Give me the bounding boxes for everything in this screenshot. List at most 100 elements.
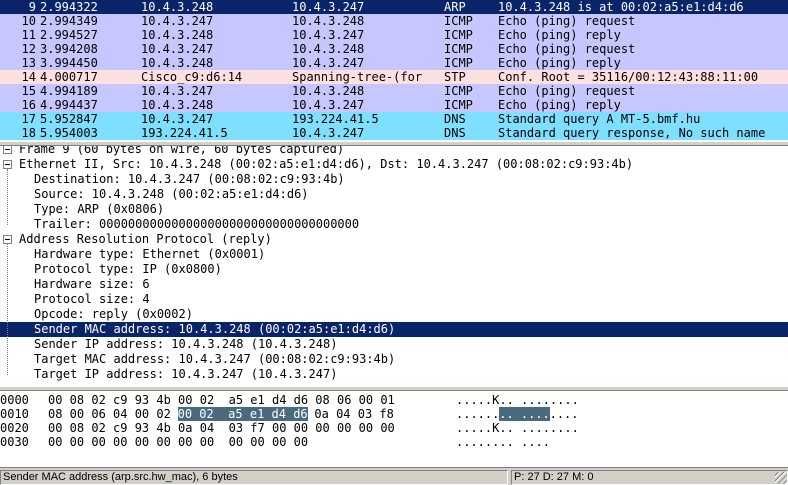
packet-row[interactable]: 12 3.994208 10.4.3.247 10.4.3.248 ICMP Echo (… xyxy=(0,42,788,56)
hex-bytes: 00 08 02 c9 93 4b 0a 04 03 f7 00 00 00 0… xyxy=(48,421,395,435)
packet-info: Standard query A MT-5.bmf.hu xyxy=(498,112,701,126)
tree-item-label: Trailer: 0000000000000000000000000000000… xyxy=(34,217,360,231)
packet-row[interactable]: 9 2.994322 10.4.3.248 10.4.3.247 ARP 10.4.3.2… xyxy=(0,0,788,14)
packet-destination: 10.4.3.247 xyxy=(292,28,365,42)
collapse-icon[interactable] xyxy=(3,146,12,154)
tree-item-label: Ethernet II, Src: 10.4.3.248 (00:02:a5:e… xyxy=(19,157,634,171)
packet-number: 12 xyxy=(21,42,36,56)
tree-leaf[interactable]: Hardware size: 6 xyxy=(0,277,788,292)
tree-leaf[interactable]: Target IP address: 10.4.3.247 (10.4.3.24… xyxy=(0,367,788,382)
status-packet-counts: P: 27 D: 27 M: 0 xyxy=(511,470,788,485)
tree-node[interactable]: Ethernet II, Src: 10.4.3.248 (00:02:a5:e… xyxy=(0,157,788,172)
packet-source: Cisco_c9:d6:14 xyxy=(141,70,243,84)
tree-leaf[interactable]: Sender MAC address: 10.4.3.248 (00:02:a5… xyxy=(0,322,788,337)
packet-row[interactable]: 15 4.994189 10.4.3.247 10.4.3.248 ICMP Echo (… xyxy=(0,84,788,98)
hex-bytes-selected: 00 02 a5 e1 d4 d6 xyxy=(177,407,308,421)
tree-leaf[interactable]: Target MAC address: 10.4.3.247 (00:08:02… xyxy=(0,352,788,367)
hex-offset: 0000 xyxy=(0,393,29,407)
packet-row[interactable]: 11 2.994527 10.4.3.248 10.4.3.247 ICMP Echo (… xyxy=(0,28,788,42)
tree-connector xyxy=(7,169,8,225)
packet-destination: 10.4.3.247 xyxy=(292,0,365,14)
packet-destination: 10.4.3.247 xyxy=(292,98,365,112)
packet-row[interactable]: 18 5.954003 193.224.41.5 10.4.3.247 DNS Stand… xyxy=(0,126,788,140)
tree-item-label: Target IP address: 10.4.3.247 (10.4.3.24… xyxy=(34,367,338,381)
packet-row[interactable]: 10 2.994349 10.4.3.247 10.4.3.248 ICMP Echo (… xyxy=(0,14,788,28)
packet-source: 10.4.3.247 xyxy=(141,84,214,98)
tree-item-label: Protocol type: IP (0x0800) xyxy=(34,262,222,276)
packet-protocol: ICMP xyxy=(444,56,473,70)
packet-destination: Spanning-tree-(for xyxy=(292,70,423,84)
packet-destination: 10.4.3.247 xyxy=(292,126,365,140)
hex-bytes: 0a 04 03 f8 xyxy=(307,407,394,421)
ascii-bytes: .....K.. ........ xyxy=(456,393,579,407)
packet-info: Echo (ping) request xyxy=(498,42,636,56)
packet-destination: 10.4.3.248 xyxy=(292,14,365,28)
packet-number: 9 xyxy=(28,0,36,14)
hex-bytes: 00 00 00 00 00 00 00 00 00 00 00 00 xyxy=(48,435,309,449)
packet-row[interactable]: 17 5.952847 10.4.3.247 193.224.41.5 DNS Stand… xyxy=(0,112,788,126)
packet-source: 10.4.3.248 xyxy=(141,0,214,14)
packet-protocol: DNS xyxy=(444,126,466,140)
packet-destination: 10.4.3.247 xyxy=(292,56,365,70)
packet-number: 11 xyxy=(21,28,36,42)
tree-item-label: Destination: 10.4.3.247 (00:08:02:c9:93:… xyxy=(34,172,345,186)
tree-leaf[interactable]: Protocol size: 4 xyxy=(0,292,788,307)
packet-details-tree[interactable]: Frame 9 (60 bytes on wire, 60 bytes capt… xyxy=(0,146,788,386)
ascii-bytes: ........ .... xyxy=(456,435,550,449)
packet-destination: 193.224.41.5 xyxy=(292,112,379,126)
packet-time: 4.000717 xyxy=(40,70,98,84)
tree-leaf[interactable]: Opcode: reply (0x0002) xyxy=(0,307,788,322)
status-bar: Sender MAC address (arp.src.hw_mac), 6 b… xyxy=(0,467,788,485)
collapse-icon[interactable] xyxy=(3,160,12,169)
packet-source: 10.4.3.247 xyxy=(141,42,214,56)
packet-source: 193.224.41.5 xyxy=(141,126,228,140)
packet-info: Conf. Root = 35116/00:12:43:88:11:00 xyxy=(498,70,759,84)
packet-source: 10.4.3.247 xyxy=(141,112,214,126)
tree-item-label: Frame 9 (60 bytes on wire, 60 bytes capt… xyxy=(19,146,345,156)
tree-item-label: Hardware type: Ethernet (0x0001) xyxy=(34,247,266,261)
tree-item-label: Opcode: reply (0x0002) xyxy=(34,307,193,321)
packet-time: 4.994189 xyxy=(40,84,98,98)
packet-source: 10.4.3.248 xyxy=(141,56,214,70)
packet-number: 15 xyxy=(21,84,36,98)
packet-protocol: ICMP xyxy=(444,84,473,98)
packet-row[interactable]: 13 3.994450 10.4.3.248 10.4.3.247 ICMP Echo (… xyxy=(0,56,788,70)
ascii-bytes: ...... xyxy=(456,407,500,421)
packet-info: Echo (ping) request xyxy=(498,14,636,28)
tree-item-label: Source: 10.4.3.248 (00:02:a5:e1:d4:d6) xyxy=(34,187,309,201)
packet-info: Echo (ping) request xyxy=(498,84,636,98)
packet-time: 2.994322 xyxy=(40,0,98,14)
packet-protocol: ICMP xyxy=(444,98,473,112)
packet-row[interactable]: 16 4.994437 10.4.3.248 10.4.3.247 ICMP Echo (… xyxy=(0,98,788,112)
tree-leaf[interactable]: Source: 10.4.3.248 (00:02:a5:e1:d4:d6) xyxy=(0,187,788,202)
packet-time: 4.994437 xyxy=(40,98,98,112)
tree-leaf[interactable]: Hardware type: Ethernet (0x0001) xyxy=(0,247,788,262)
tree-leaf[interactable]: Protocol type: IP (0x0800) xyxy=(0,262,788,277)
packet-destination: 10.4.3.248 xyxy=(292,42,365,56)
packet-bytes-pane[interactable]: 0000 00 08 02 c9 93 4b 00 02 a5 e1 d4 d6 … xyxy=(0,391,788,467)
packet-protocol: ICMP xyxy=(444,14,473,28)
packet-row[interactable]: 14 4.000717 Cisco_c9:d6:14 Spanning-tree-(f… xyxy=(0,70,788,84)
tree-leaf[interactable]: Type: ARP (0x0806) xyxy=(0,202,788,217)
packet-info: Echo (ping) reply xyxy=(498,28,621,42)
hex-bytes: 08 00 06 04 00 02 xyxy=(48,407,179,421)
packet-protocol: ICMP xyxy=(444,42,473,56)
packet-number: 18 xyxy=(21,126,36,140)
packet-protocol: ICMP xyxy=(444,28,473,42)
tree-leaf[interactable]: Destination: 10.4.3.247 (00:08:02:c9:93:… xyxy=(0,172,788,187)
hex-offset: 0020 xyxy=(0,421,29,435)
collapse-icon[interactable] xyxy=(3,235,12,244)
packet-list[interactable]: 9 2.994322 10.4.3.248 10.4.3.247 ARP 10.4.3.2… xyxy=(0,0,788,141)
tree-node[interactable]: Address Resolution Protocol (reply) xyxy=(0,232,788,247)
ascii-bytes-selected: .. .... xyxy=(499,407,550,421)
packet-number: 10 xyxy=(21,14,36,28)
tree-item-label: Protocol size: 4 xyxy=(34,292,150,306)
tree-node[interactable]: Frame 9 (60 bytes on wire, 60 bytes capt… xyxy=(0,146,788,157)
tree-leaf[interactable]: Trailer: 0000000000000000000000000000000… xyxy=(0,217,788,232)
packet-source: 10.4.3.248 xyxy=(141,98,214,112)
packet-destination: 10.4.3.248 xyxy=(292,84,365,98)
tree-leaf[interactable]: Sender IP address: 10.4.3.248 (10.4.3.24… xyxy=(0,337,788,352)
status-field-info: Sender MAC address (arp.src.hw_mac), 6 b… xyxy=(0,470,508,485)
packet-time: 3.994208 xyxy=(40,42,98,56)
resize-grip-icon[interactable] xyxy=(775,472,787,484)
